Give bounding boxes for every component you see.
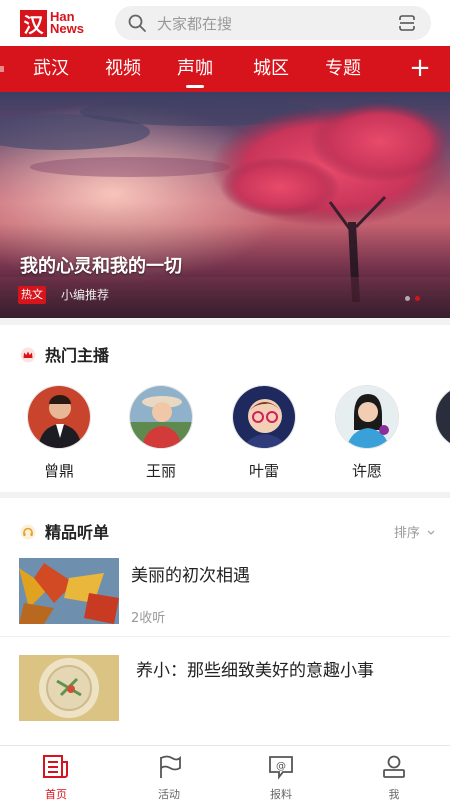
report-icon: @ [269,756,293,780]
svg-text:@: @ [276,761,286,772]
anchor-item[interactable]: 曾鼎 [24,385,94,481]
avatar [129,385,193,449]
playlist-title: 美丽的初次相遇 [131,566,250,586]
tab-video[interactable]: 视频 [105,46,141,92]
tab-wuhan[interactable]: 武汉 [33,46,69,92]
avatar-image [28,386,90,448]
avatar [435,385,450,449]
anchor-item[interactable]: 王丽 [126,385,196,481]
avatar [232,385,296,449]
search-bar[interactable]: 大家都在搜 [115,6,431,40]
list-divider [0,636,450,637]
anchor-item-partial[interactable] [435,385,450,449]
anchor-item[interactable]: 叶雷 [229,385,299,481]
add-channel-button[interactable]: + [402,46,438,92]
avatar-image [336,386,398,448]
tab-label: 我 [388,788,400,800]
logo-text: Han News [50,10,84,36]
tab-shengka[interactable]: 声咖 [177,46,213,92]
logo-text-line2: News [50,21,84,36]
search-icon [128,14,146,32]
anchor-name: 王丽 [145,462,176,480]
thumbnail-image [19,655,119,721]
tab-topic[interactable]: 专题 [325,46,361,92]
avatar [27,385,91,449]
tab-home[interactable]: 首页 [16,746,96,800]
anchor-name: 曾鼎 [43,462,74,480]
listen-count: 2收听 [131,611,166,626]
crown-icon [20,347,36,363]
nav-fade [372,46,402,92]
top-header: 汉 Han News 大家都在搜 [0,0,450,46]
avatar [335,385,399,449]
banner-subtitle: 小编推荐 [61,288,110,302]
playlist-title: 养小：那些细致美好的意趣小事 [136,661,374,681]
tab-district[interactable]: 城区 [253,46,289,92]
playlist-thumbnail [19,558,119,624]
section-title: 热门主播 [45,346,110,365]
scan-icon[interactable] [397,13,417,33]
avatar-image [130,386,192,448]
anchor-name: 许愿 [351,462,382,480]
flag-icon [160,755,181,778]
user-icon [383,755,405,778]
search-placeholder: 大家都在搜 [157,14,233,33]
carousel-dots [400,296,420,301]
anchor-name: 叶雷 [248,462,279,480]
logo-mark: 汉 [20,9,47,37]
tab-me[interactable]: 我 [354,746,434,800]
thumbnail-image [19,558,119,624]
tab-report[interactable]: @ 报料 [241,746,321,800]
playlists-header: 精品听单 排序 [0,516,450,546]
section-title: 精品听单 [45,523,110,542]
sort-dropdown[interactable]: 排序 [394,522,436,541]
playlist-thumbnail [19,655,119,721]
carousel-dot-active[interactable] [415,296,420,301]
playlist-item[interactable]: 美丽的初次相遇 2收听 [0,557,450,635]
section-separator [0,318,450,325]
app-logo[interactable]: 汉 Han News [20,8,96,38]
tab-label: 报料 [270,788,292,800]
nav-scroll-hint [0,66,4,72]
bottom-tab-bar: 首页 活动 @ 报料 我 [0,745,450,800]
chevron-down-icon [427,530,435,535]
anchor-item[interactable]: 许愿 [332,385,402,481]
banner-title: 我的心灵和我的一切 [20,256,182,277]
headphones-icon [20,524,36,540]
channel-nav: 武汉 视频 声咖 城区 专题 + [0,46,450,92]
news-icon [43,755,68,778]
section-separator [0,492,450,498]
banner-image [0,92,450,318]
hot-tag-badge: 热文 [18,286,46,304]
tab-label: 活动 [158,788,180,800]
sort-label: 排序 [393,526,420,541]
hot-anchors-header: 热门主播 [0,339,450,369]
playlist-item[interactable]: 养小：那些细致美好的意趣小事 [0,654,450,724]
banner-carousel[interactable]: 我的心灵和我的一切 热文 小编推荐 [0,92,450,318]
carousel-dot[interactable] [405,296,410,301]
tab-activity[interactable]: 活动 [129,746,209,800]
tab-label: 首页 [45,788,67,800]
avatar-image [233,386,295,448]
